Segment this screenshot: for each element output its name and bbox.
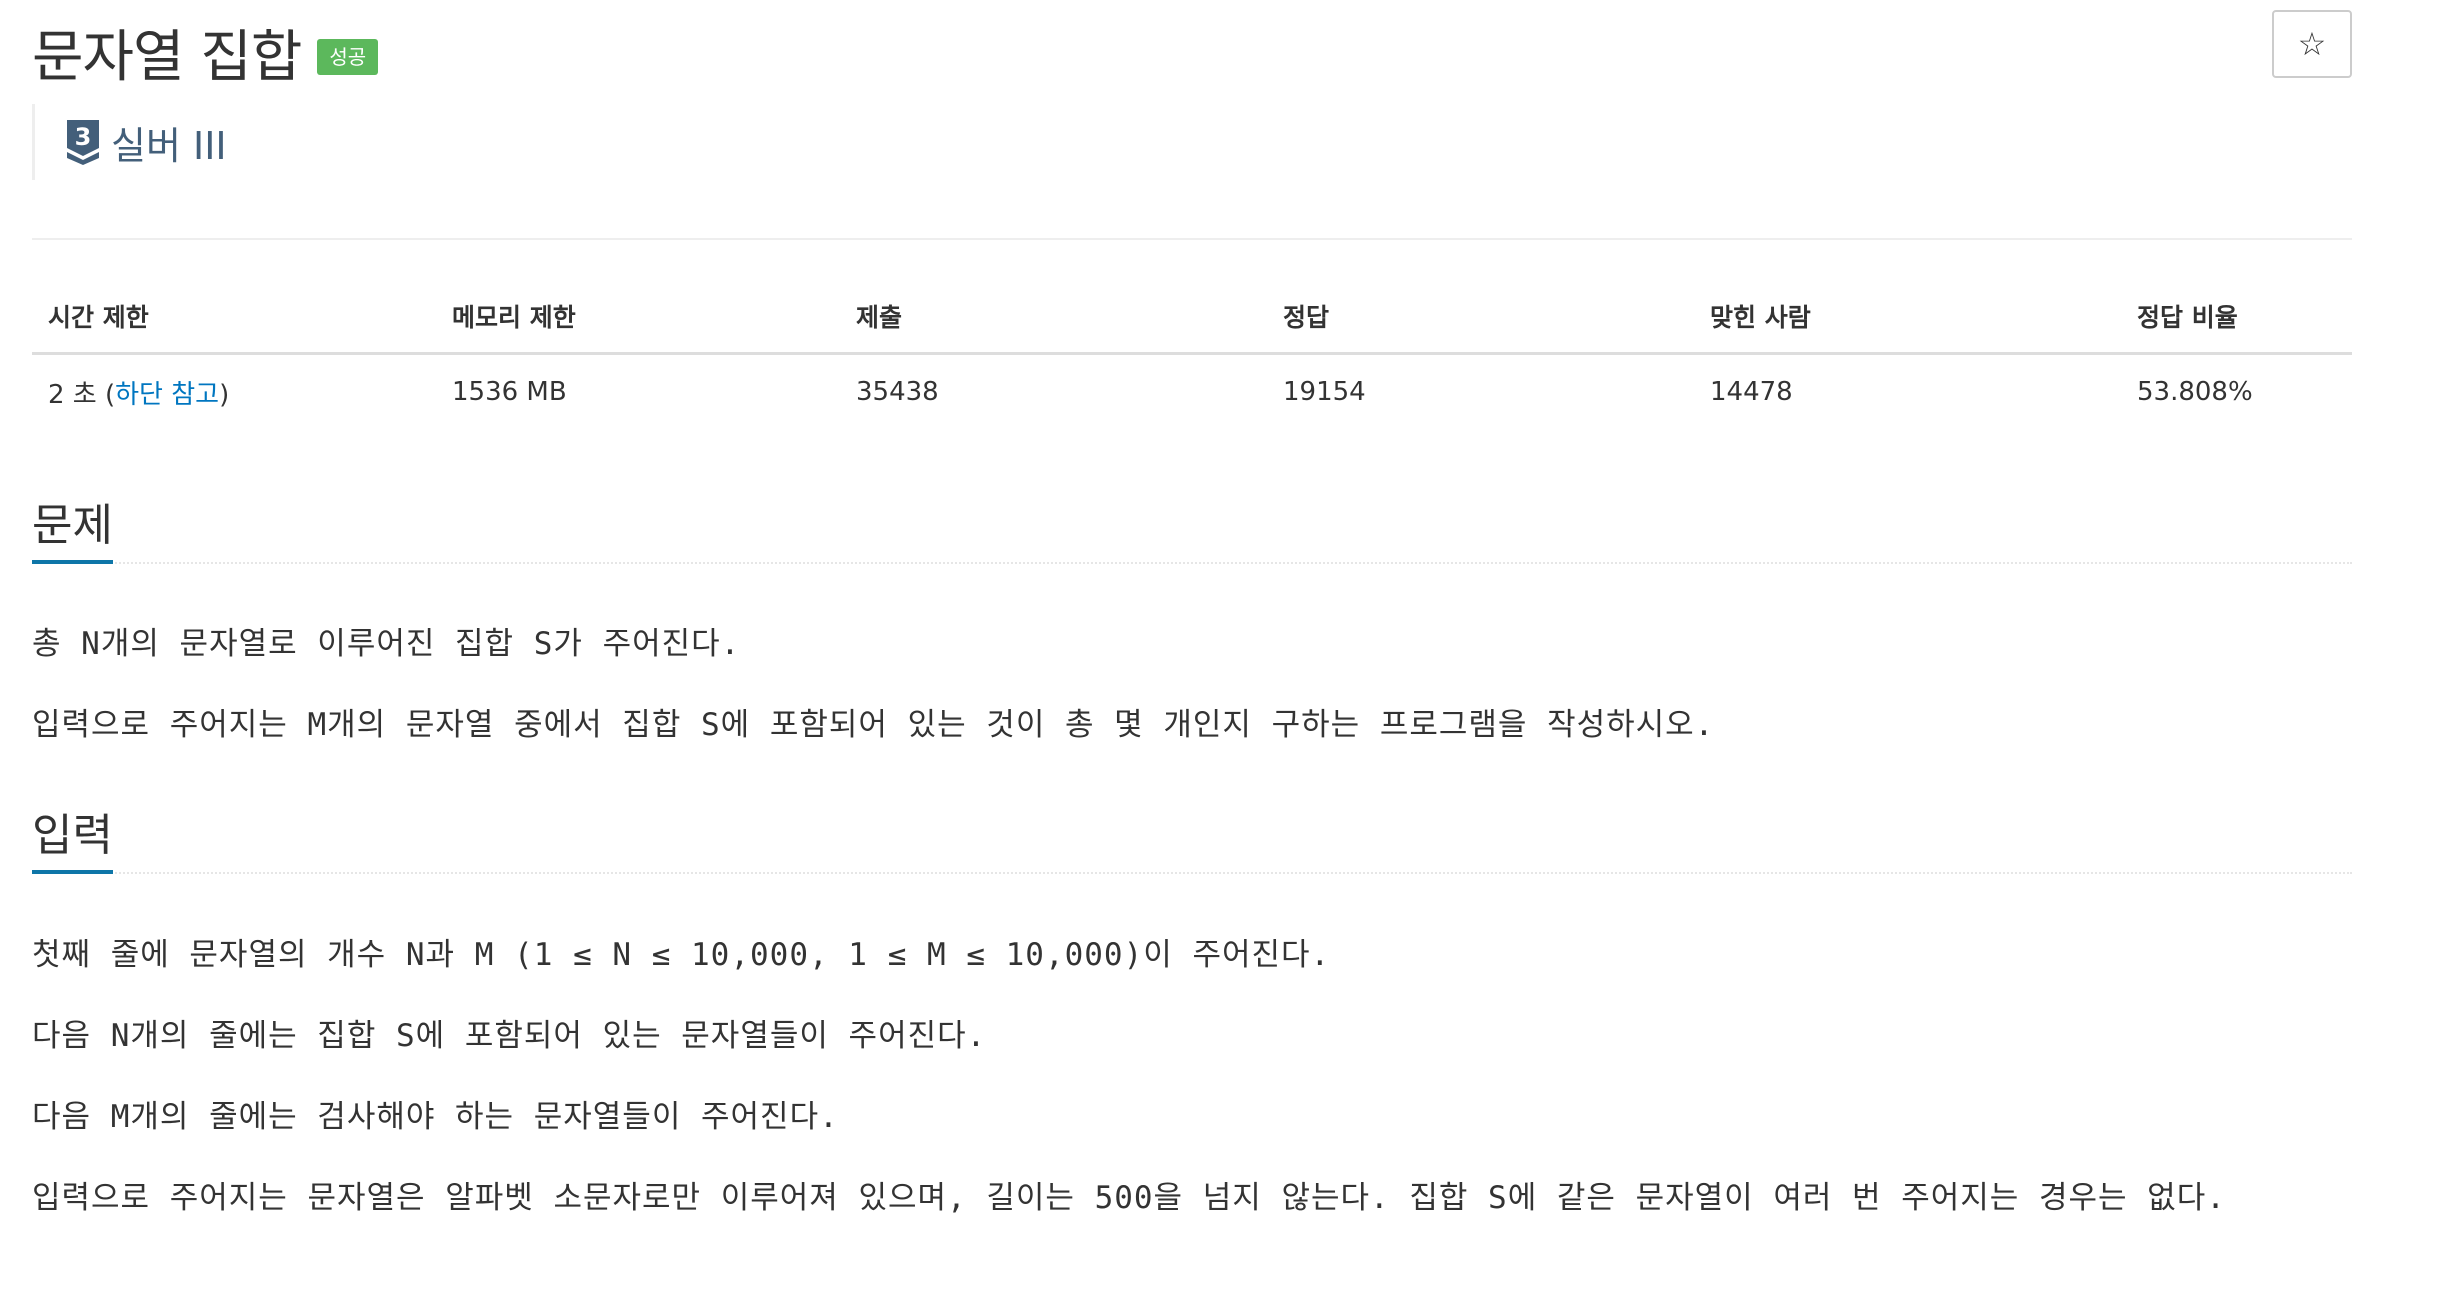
status-badge: 성공 (317, 39, 379, 75)
header-accepted: 정답 (1267, 280, 1694, 355)
input-section-header: 입력 (32, 800, 2352, 874)
tier-number: 3 (75, 123, 92, 151)
header-memory-limit: 메모리 제한 (436, 280, 840, 355)
tier-block: 3 실버 III (32, 104, 227, 180)
input-paragraph: 다음 N개의 줄에는 집합 S에 포함되어 있는 문자열들이 주어진다. (32, 1018, 987, 1054)
tier-label[interactable]: 실버 III (111, 115, 227, 170)
accepted-value: 19154 (1283, 377, 1366, 407)
divider (32, 238, 2352, 240)
table-row: 2 초 (하단 참고) 1536 MB 35438 19154 14478 53… (32, 354, 2352, 430)
header-solvers: 맞힌 사람 (1694, 280, 2121, 355)
favorite-star-button[interactable]: ☆ (2272, 10, 2352, 78)
header-ratio: 정답 비율 (2121, 280, 2352, 355)
tier-shield-icon: 3 (67, 120, 99, 165)
time-limit-cell: 2 초 (하단 참고) (32, 354, 436, 430)
time-limit-suffix: ) (219, 379, 230, 410)
page-title: 문자열 집합 (32, 24, 302, 90)
input-heading: 입력 (32, 814, 113, 874)
problem-section-header: 문제 (32, 490, 2352, 564)
memory-limit-value: 1536 MB (452, 377, 567, 407)
input-paragraph: 입력으로 주어지는 문자열은 알파벳 소문자로만 이루어져 있으며, 길이는 5… (32, 1180, 2226, 1216)
problem-paragraph: 입력으로 주어지는 M개의 문자열 중에서 집합 S에 포함되어 있는 것이 총… (32, 707, 1715, 743)
title-row: 문자열 집합 성공 (32, 12, 379, 92)
problem-heading: 문제 (32, 504, 113, 564)
time-limit-note-link[interactable]: 하단 참고 (115, 380, 219, 410)
header-submissions: 제출 (840, 280, 1267, 355)
table-header-row: 시간 제한 메모리 제한 제출 정답 맞힌 사람 정답 비율 (32, 280, 2352, 355)
time-limit-value: 2 초 ( (48, 379, 116, 410)
input-paragraph: 첫째 줄에 문자열의 개수 N과 M (1 ≤ N ≤ 10,000, 1 ≤ … (32, 937, 1331, 973)
ratio-value: 53.808% (2137, 377, 2253, 407)
problem-paragraph: 총 N개의 문자열로 이루어진 집합 S가 주어진다. (32, 626, 741, 662)
submissions-value: 35438 (856, 377, 939, 407)
header-time-limit: 시간 제한 (32, 280, 436, 355)
star-icon: ☆ (2297, 25, 2327, 63)
problem-info-table: 시간 제한 메모리 제한 제출 정답 맞힌 사람 정답 비율 2 초 (하단 참… (32, 280, 2352, 429)
input-paragraph: 다음 M개의 줄에는 검사해야 하는 문자열들이 주어진다. (32, 1099, 839, 1135)
solvers-value: 14478 (1710, 377, 1793, 407)
